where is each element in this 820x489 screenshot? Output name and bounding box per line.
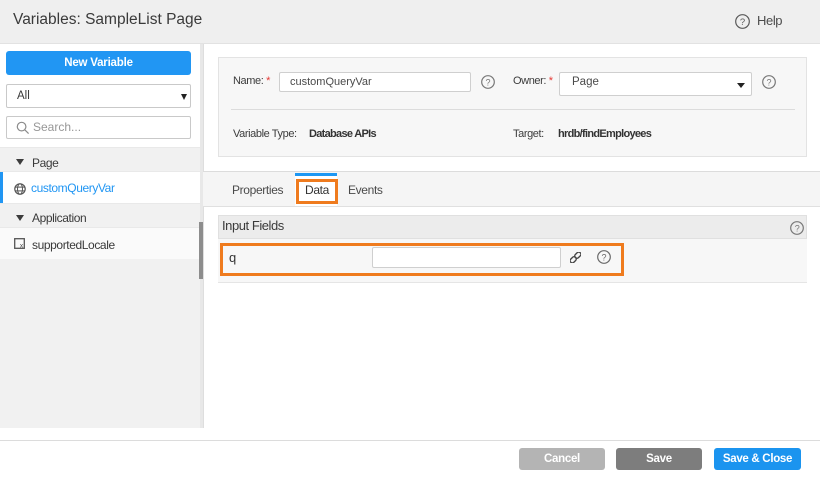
svg-text:?: ? xyxy=(795,223,800,233)
svg-text:?: ? xyxy=(740,17,745,28)
svg-text:?: ? xyxy=(766,77,771,87)
svg-text:?: ? xyxy=(485,77,490,87)
